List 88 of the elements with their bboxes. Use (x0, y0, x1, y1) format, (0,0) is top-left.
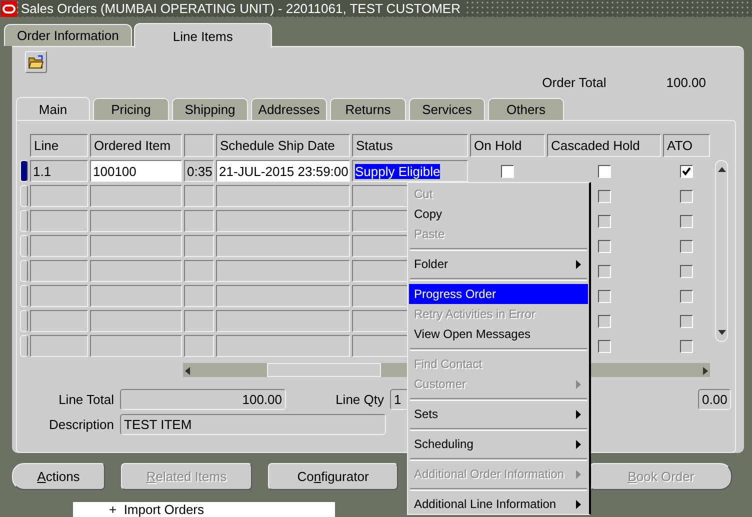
tab[interactable]: Addresses (251, 98, 327, 120)
menu-item[interactable]: Additional Line Information (409, 494, 588, 514)
arrow-right-icon (701, 366, 710, 374)
tab[interactable]: Others (488, 98, 564, 120)
arrow-down-icon (717, 328, 726, 337)
table-cell: 1.1 (30, 160, 88, 182)
column-header: Cascaded Hold (547, 134, 661, 157)
navigator-item[interactable]: + Import Orders (109, 502, 204, 517)
open-folder-button[interactable] (25, 51, 47, 73)
description-label: Description (48, 417, 115, 432)
submenu-arrow-icon (576, 410, 581, 418)
submenu-arrow-icon (576, 440, 581, 448)
line-total-field: 100.00 (120, 389, 286, 410)
table-cell (184, 335, 214, 357)
table-cell (184, 310, 214, 332)
column-header: On Hold (470, 134, 545, 157)
table-cell (184, 210, 214, 232)
app-logo-icon (1, 0, 17, 16)
checkbox[interactable] (598, 314, 610, 328)
checkmark-icon (682, 166, 691, 176)
column-header: Status (352, 134, 468, 157)
order-total-value: 100.00 (666, 74, 706, 90)
submenu-arrow-icon (576, 500, 581, 508)
table-cell (30, 185, 88, 207)
menu-item[interactable]: Progress Order (409, 284, 588, 304)
line-total-label: Line Total (58, 392, 115, 407)
submenu-arrow-icon (576, 260, 581, 268)
tab[interactable]: Order Information (4, 24, 132, 46)
arrow-left-icon (183, 366, 192, 374)
checkbox[interactable] (598, 290, 610, 302)
tab[interactable]: Services (409, 98, 485, 120)
submenu-arrow-icon (576, 380, 581, 388)
checkbox[interactable] (680, 214, 693, 228)
vertical-scrollbar[interactable] (715, 160, 728, 342)
checkbox[interactable] (680, 240, 693, 252)
tab[interactable]: Main (16, 97, 90, 121)
table-cell (30, 210, 88, 232)
checkbox[interactable] (680, 314, 693, 328)
menu-item[interactable]: Sets (409, 404, 588, 424)
arrow-up-icon (717, 165, 726, 174)
table-cell (30, 335, 88, 357)
record-indicator[interactable] (20, 160, 28, 182)
input-field[interactable]: 0.00 (698, 389, 732, 410)
checkbox[interactable] (680, 264, 693, 278)
column-header: ATO (663, 134, 710, 157)
checkbox[interactable] (680, 164, 693, 178)
table-cell (30, 260, 88, 282)
checkbox[interactable] (598, 340, 610, 352)
menu-item[interactable]: Folder (409, 254, 588, 274)
checkbox[interactable] (598, 190, 610, 202)
tab[interactable]: Pricing (93, 98, 169, 120)
input-field[interactable]: 100100 (90, 160, 182, 182)
description-field: TEST ITEM (120, 414, 386, 435)
submenu-arrow-icon (576, 470, 581, 478)
table-cell: Supply Eligible (352, 160, 468, 182)
table-cell (184, 235, 214, 257)
column-header: Ordered Item (90, 134, 182, 157)
checkbox[interactable] (680, 340, 693, 352)
menu-item[interactable]: Scheduling (409, 434, 588, 454)
input-field[interactable]: 21-JUL-2015 23:59:00 (216, 160, 350, 182)
folder-icon (28, 55, 44, 69)
order-total-label: Order Total (542, 74, 606, 90)
checkbox[interactable] (501, 164, 514, 178)
table-cell (184, 260, 214, 282)
checkbox[interactable] (680, 190, 693, 202)
checkbox[interactable] (598, 214, 610, 228)
table-cell (30, 235, 88, 257)
action-button[interactable]: Configurator (268, 463, 398, 490)
checkbox[interactable] (680, 290, 693, 302)
line-qty-label: Line Qty (334, 392, 385, 407)
table-cell (184, 285, 214, 307)
checkbox[interactable] (598, 264, 610, 278)
table-cell (184, 185, 214, 207)
tab[interactable]: Shipping (172, 98, 248, 120)
checkbox[interactable] (598, 164, 610, 178)
table-cell (30, 285, 88, 307)
column-header: Schedule Ship Date (216, 134, 350, 157)
column-header: Line (30, 134, 88, 157)
window-title: Sales Orders (MUMBAI OPERATING UNIT) - 22011061, TEST CUSTOMER (21, 1, 466, 16)
tab[interactable]: Returns (330, 98, 406, 120)
checkbox[interactable] (598, 240, 610, 252)
menu-item[interactable]: Copy (409, 204, 588, 224)
action-button[interactable]: Actions (12, 463, 105, 490)
column-header (184, 134, 214, 157)
tab[interactable]: Line Items (134, 23, 272, 48)
menu-item[interactable]: View Open Messages (409, 324, 588, 344)
table-cell (30, 310, 88, 332)
table-cell: 0:35 (184, 160, 214, 182)
